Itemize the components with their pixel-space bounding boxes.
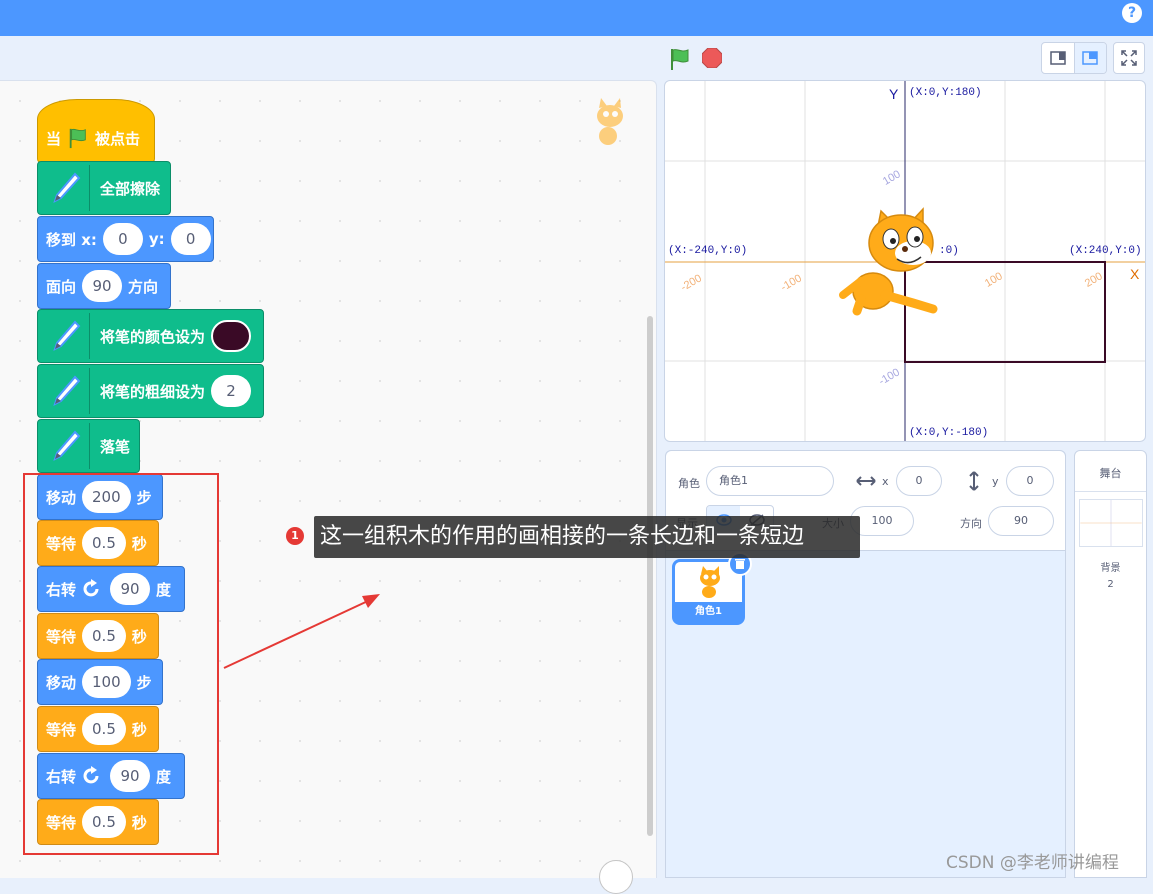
stage-grid: Y X (X:0,Y:180) (X:0,Y:-180) (X:-240,Y:0… bbox=[665, 81, 1145, 441]
bottom-coord-label: (X:0,Y:-180) bbox=[909, 427, 988, 439]
block-label: 方向 bbox=[128, 277, 159, 296]
stage-thumbnail[interactable] bbox=[1079, 499, 1143, 547]
annotation-number: 1 bbox=[286, 527, 304, 545]
fullscreen-icon bbox=[1121, 50, 1137, 66]
cat-sprite-icon[interactable] bbox=[839, 207, 938, 316]
pen-size-input[interactable]: 2 bbox=[211, 375, 252, 407]
block-label: 面向 bbox=[46, 277, 77, 296]
vertical-arrows-icon bbox=[969, 471, 979, 491]
small-stage-button[interactable] bbox=[1042, 43, 1074, 73]
left-coord-label: (X:-240,Y:0) bbox=[668, 245, 747, 257]
pen-color-swatch[interactable] bbox=[211, 320, 252, 352]
annotation-arrow-icon bbox=[223, 594, 380, 669]
block-label: 被点击 bbox=[95, 129, 141, 148]
pen-down-block[interactable]: 落笔 bbox=[37, 419, 140, 473]
y-input[interactable]: 0 bbox=[1006, 466, 1054, 496]
direction-input[interactable]: 90 bbox=[988, 506, 1054, 536]
zoom-in-button[interactable] bbox=[599, 860, 633, 894]
direction-label: 方向 bbox=[960, 517, 982, 530]
x-input[interactable]: 0 bbox=[102, 223, 143, 255]
highlight-box bbox=[23, 473, 219, 855]
sprite-watermark-icon bbox=[597, 98, 623, 145]
stage-toolbar bbox=[0, 36, 1153, 80]
watermark: CSDN @李老师讲编程 bbox=[946, 853, 1119, 873]
center-coord-label: :0) bbox=[939, 245, 959, 257]
stage-size-toggle bbox=[1041, 42, 1107, 74]
annotation-caption: 这一组积木的作用的画相接的一条长边和一条短边 bbox=[314, 516, 860, 558]
block-label: 将笔的粗细设为 bbox=[100, 382, 206, 401]
sprite-tile-name: 角色1 bbox=[675, 602, 742, 622]
block-label: 落笔 bbox=[100, 437, 131, 456]
y-axis-label: Y bbox=[889, 86, 899, 102]
backdrops-label: 背景 bbox=[1100, 563, 1121, 574]
point-in-direction-block[interactable]: 面向 90 方向 bbox=[37, 263, 171, 309]
set-pen-size-block[interactable]: 将笔的粗细设为 2 bbox=[37, 364, 264, 418]
sprite-name-input[interactable]: 角色1 bbox=[706, 466, 834, 496]
divider bbox=[1075, 491, 1146, 492]
x-tick-label: 100 bbox=[983, 270, 1005, 290]
block-label: 移到 x: bbox=[46, 230, 97, 249]
stop-icon[interactable] bbox=[702, 48, 722, 68]
fullscreen-button[interactable] bbox=[1113, 42, 1145, 74]
stage-title: 舞台 bbox=[1099, 467, 1122, 480]
block-label: 全部擦除 bbox=[100, 179, 161, 198]
pen-extension-icon bbox=[42, 423, 90, 469]
sprite-tile[interactable]: 角色1 bbox=[672, 552, 752, 625]
go-to-xy-block[interactable]: 移到 x: 0 y: 0 bbox=[37, 216, 214, 262]
sprite-label: 角色 bbox=[678, 477, 700, 490]
small-stage-icon bbox=[1050, 51, 1066, 65]
menu-bar: ? bbox=[0, 0, 1153, 36]
green-flag-icon[interactable] bbox=[668, 47, 692, 71]
y-input[interactable]: 0 bbox=[170, 223, 211, 255]
sprite-pane: 角色 角色1 x 0 y 0 显示 大小 100 方向 90 bbox=[665, 450, 1066, 878]
cat-thumbnail-icon bbox=[700, 566, 720, 598]
block-label: 当 bbox=[46, 129, 62, 148]
horizontal-arrows-icon bbox=[856, 476, 876, 486]
direction-input[interactable]: 90 bbox=[82, 270, 123, 302]
normal-stage-icon bbox=[1082, 51, 1099, 65]
backdrops-count: 2 bbox=[1107, 579, 1114, 590]
pen-extension-icon bbox=[42, 368, 90, 414]
pen-extension-icon bbox=[42, 165, 90, 211]
when-flag-clicked-block[interactable]: 当 被点击 bbox=[37, 99, 155, 163]
y-tick-label: 100 bbox=[881, 168, 903, 188]
stage-selector-panel[interactable]: 舞台 背景 2 bbox=[1074, 450, 1147, 878]
x-input[interactable]: 0 bbox=[896, 466, 942, 496]
erase-all-block[interactable]: 全部擦除 bbox=[37, 161, 171, 215]
set-pen-color-block[interactable]: 将笔的颜色设为 bbox=[37, 309, 264, 363]
top-coord-label: (X:0,Y:180) bbox=[909, 87, 982, 99]
workspace-scrollbar[interactable] bbox=[647, 316, 653, 836]
right-coord-label: (X:240,Y:0) bbox=[1069, 245, 1142, 257]
x-tick-label: -200 bbox=[679, 272, 704, 293]
trash-icon bbox=[735, 559, 745, 569]
pen-extension-icon bbox=[42, 313, 90, 359]
y-label: y bbox=[992, 475, 999, 488]
green-flag-icon bbox=[69, 128, 86, 149]
y-tick-label: -100 bbox=[877, 366, 902, 387]
x-tick-label: 200 bbox=[1083, 270, 1105, 290]
x-axis-label: X bbox=[1130, 266, 1140, 282]
block-label: 将笔的颜色设为 bbox=[100, 327, 206, 346]
help-button[interactable]: ? bbox=[1122, 3, 1142, 23]
x-tick-label: -100 bbox=[779, 272, 804, 293]
stage-canvas[interactable]: Y X (X:0,Y:180) (X:0,Y:-180) (X:-240,Y:0… bbox=[664, 80, 1146, 442]
normal-stage-button[interactable] bbox=[1073, 43, 1106, 73]
block-label: y: bbox=[148, 230, 165, 248]
x-label: x bbox=[882, 475, 889, 488]
